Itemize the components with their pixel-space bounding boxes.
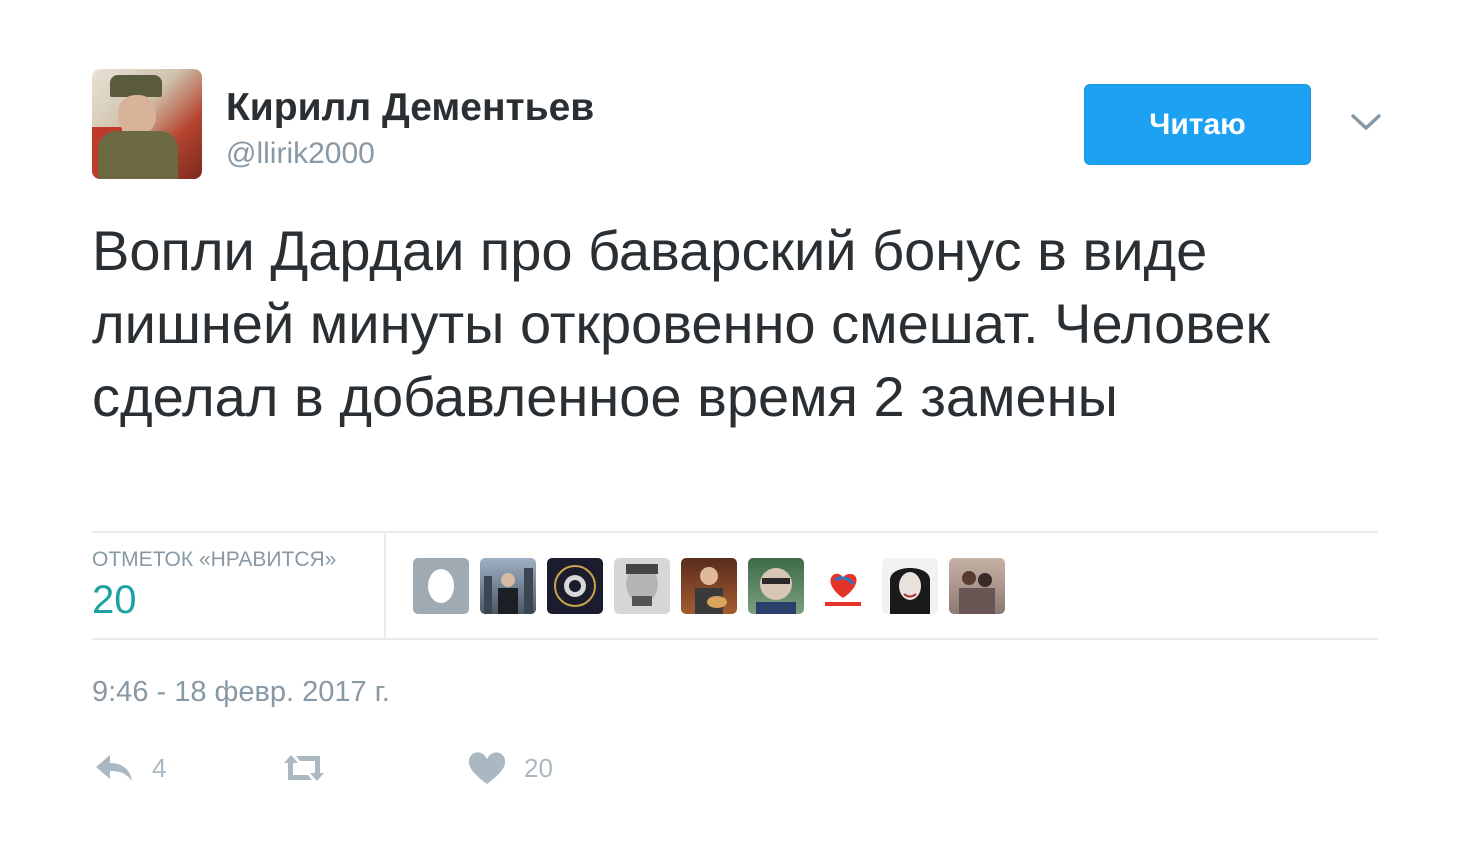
divider [92, 531, 1378, 533]
liker-avatar[interactable] [949, 558, 1005, 614]
author-handle[interactable]: @llirik2000 [226, 137, 375, 171]
liker-avatar[interactable] [681, 558, 737, 614]
likers-list [413, 558, 1005, 614]
likes-count[interactable]: 20 [92, 578, 137, 623]
tweet-text: Вопли Дардаи про баварский бонус в виде … [92, 219, 1270, 428]
liker-avatar[interactable] [748, 558, 804, 614]
divider [384, 533, 386, 638]
liker-avatar[interactable] [480, 558, 536, 614]
retweet-icon [284, 755, 324, 781]
likes-label: ОТМЕТОК «НРАВИТСЯ» [92, 548, 337, 571]
divider [92, 638, 1378, 640]
reply-count: 4 [152, 752, 167, 783]
author-avatar[interactable] [92, 69, 202, 179]
like-count: 20 [524, 752, 553, 783]
like-button[interactable]: 20 [468, 746, 553, 790]
tweet-timestamp[interactable]: 9:46 - 18 февр. 2017 г. [92, 676, 390, 709]
liker-avatar[interactable] [882, 558, 938, 614]
liker-avatar[interactable] [413, 558, 469, 614]
liker-avatar[interactable] [547, 558, 603, 614]
liker-avatar[interactable] [815, 558, 871, 614]
author-name[interactable]: Кирилл Дементьев [226, 86, 594, 130]
reply-button[interactable]: 4 [94, 746, 166, 790]
heart-icon [468, 752, 506, 784]
liker-avatar[interactable] [614, 558, 670, 614]
retweet-button[interactable] [280, 746, 328, 790]
reply-icon [96, 755, 132, 781]
chevron-down-icon[interactable] [1348, 110, 1384, 134]
following-button[interactable]: Читаю [1084, 84, 1311, 165]
